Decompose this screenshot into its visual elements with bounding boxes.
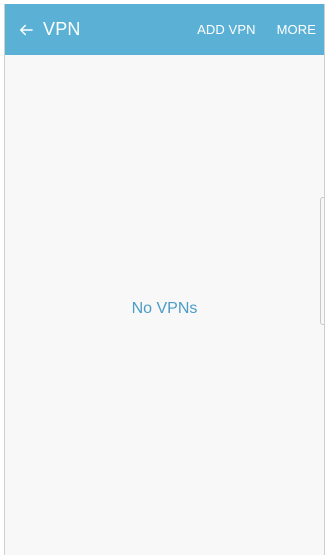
add-vpn-button[interactable]: ADD VPN [197, 22, 256, 37]
arrow-left-icon [20, 24, 33, 35]
more-button[interactable]: MORE [277, 22, 316, 37]
back-button[interactable] [9, 4, 43, 55]
empty-state-message: No VPNs [131, 300, 198, 317]
page-title: VPN [43, 19, 81, 39]
edge-panel-handle[interactable] [320, 197, 324, 325]
app-bar: VPN ADD VPN MORE [5, 4, 324, 55]
vpn-settings-screen: VPN ADD VPN MORE No VPNs [4, 4, 325, 555]
